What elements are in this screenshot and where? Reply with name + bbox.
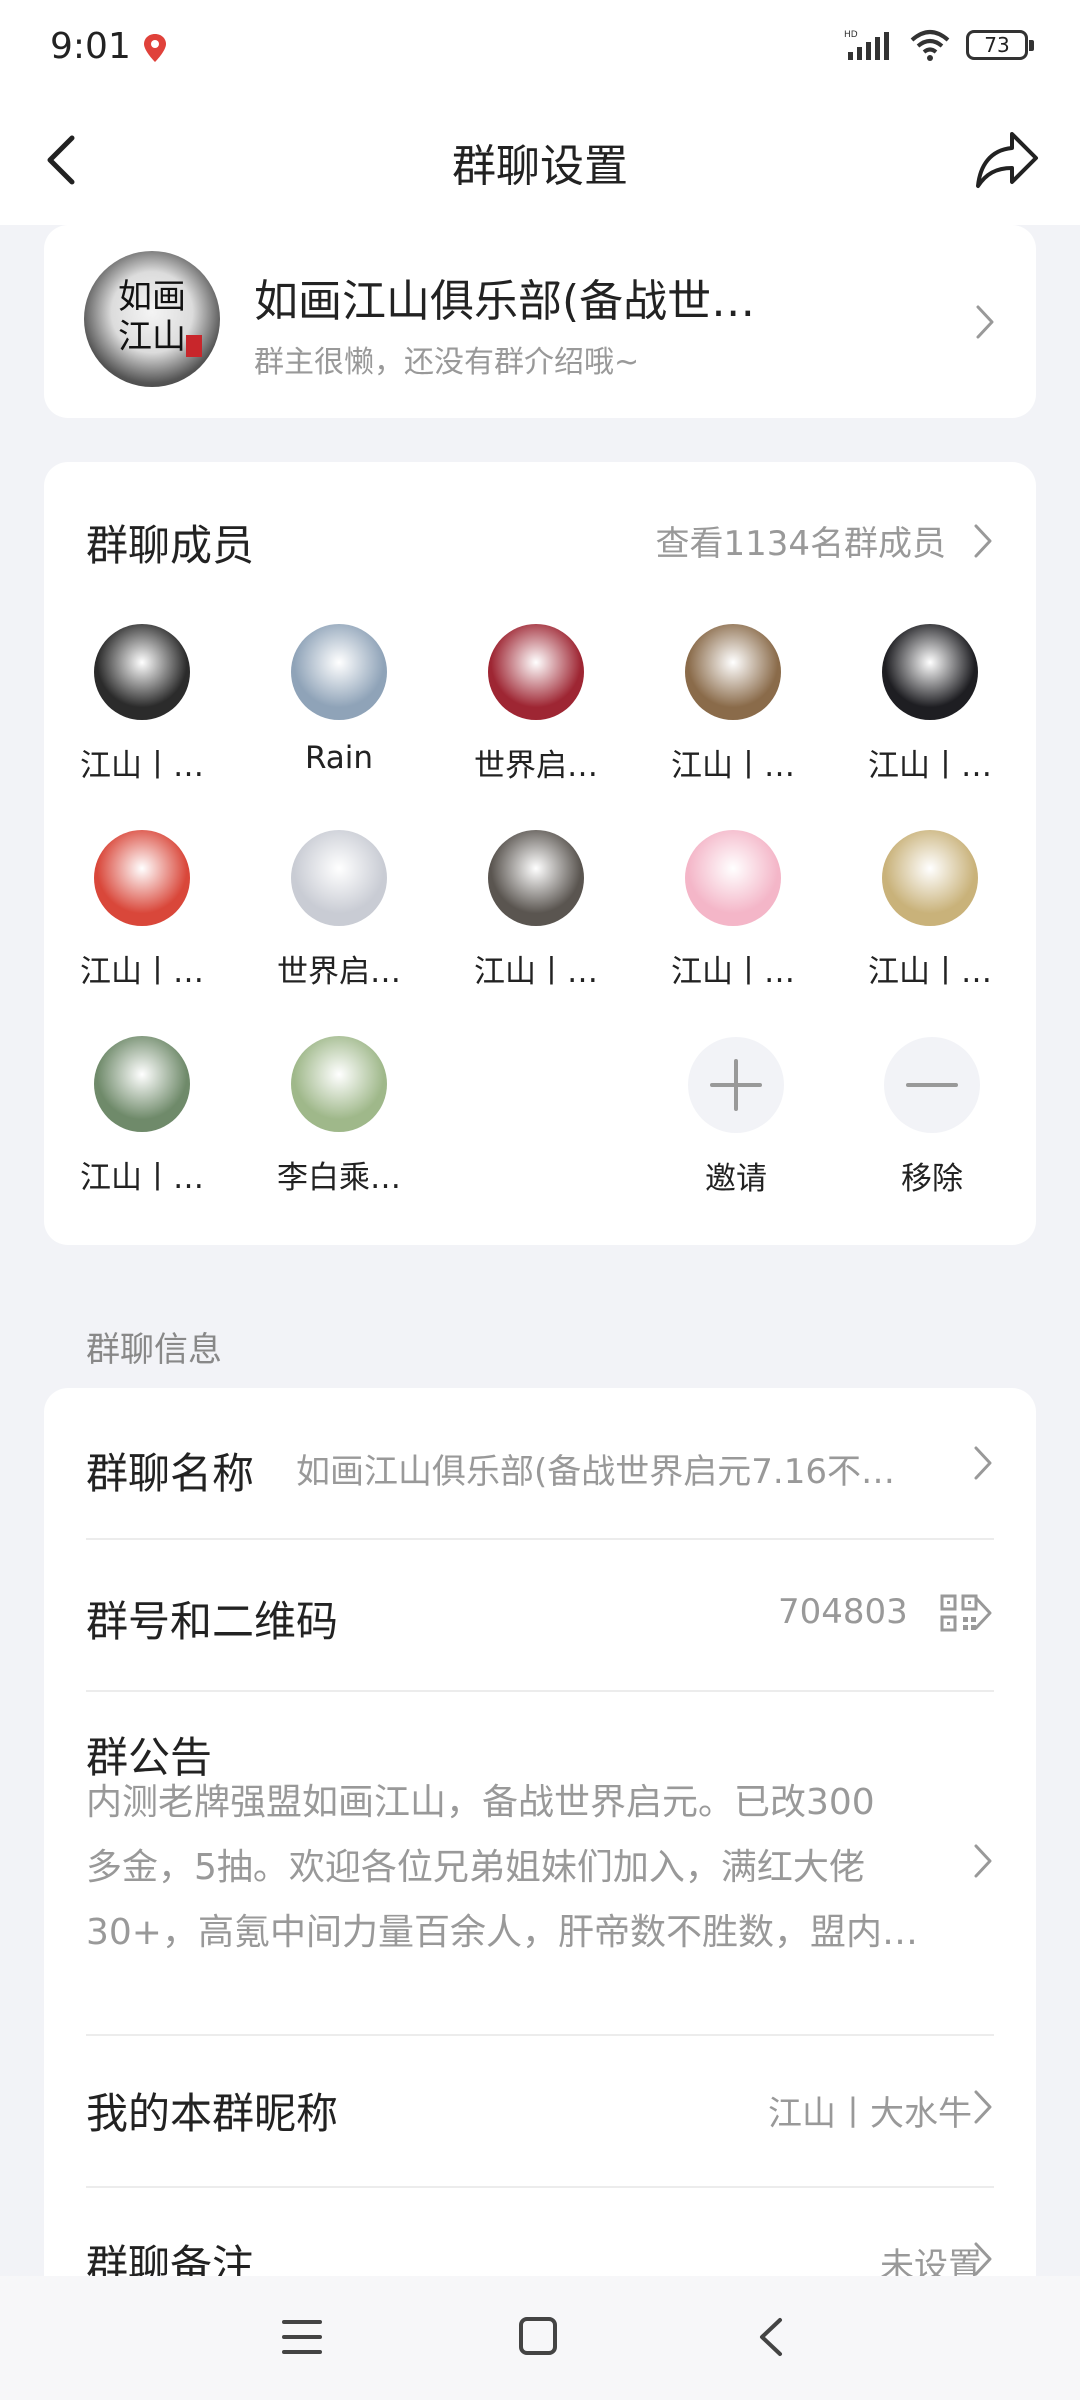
group-avatar-seal	[186, 335, 202, 357]
member-item[interactable]: Rain	[241, 624, 437, 776]
group-name-value: 如画江山俱乐部(备战世界启元7.16不…	[296, 1452, 895, 1492]
group-avatar-calligraphy: 如画江山	[118, 277, 186, 357]
group-notice-row[interactable]: 群公告 内测老牌强盟如画江山，备战世界启元。已改300 多金，5抽。欢迎各位兄弟…	[86, 1692, 994, 2032]
group-name-row[interactable]: 群聊名称 如画江山俱乐部(备战世界启元7.16不…	[86, 1388, 994, 1538]
page-title: 群聊设置	[452, 141, 628, 192]
member-avatar	[94, 1036, 190, 1132]
chevron-right-icon[interactable]	[972, 522, 994, 560]
member-avatar	[94, 624, 190, 720]
member-name: 江山丨…	[80, 1160, 204, 1196]
member-item[interactable]: 世界启…	[438, 624, 634, 785]
member-name: Rain	[304, 740, 374, 776]
member-name: 江山丨…	[671, 748, 795, 784]
minus-icon	[884, 1037, 980, 1133]
invite-label: 邀请	[705, 1161, 767, 1197]
group-id-value: 704803	[778, 1592, 908, 1632]
member-item[interactable]: 江山丨…	[832, 830, 1028, 991]
group-info-card: 群聊名称 如画江山俱乐部(备战世界启元7.16不… 群号和二维码 704803 …	[44, 1388, 1036, 2400]
group-notice-line: 多金，5抽。欢迎各位兄弟姐妹们加入，满红大佬	[86, 1847, 865, 1888]
svg-text:HD: HD	[844, 30, 858, 40]
group-notice-line: 30+，高氪中间力量百余人，肝帝数不胜数，盟内…	[86, 1912, 918, 1953]
my-nickname-row[interactable]: 我的本群昵称 江山丨大水牛	[86, 2036, 994, 2186]
members-title: 群聊成员	[86, 521, 255, 570]
member-avatar	[94, 830, 190, 926]
remove-label: 移除	[901, 1161, 963, 1197]
menu-icon[interactable]	[282, 2318, 322, 2356]
status-icons: HD 73	[844, 28, 1034, 62]
member-item[interactable]: 世界启…	[241, 830, 437, 991]
member-item[interactable]: 江山丨…	[635, 830, 831, 991]
member-item[interactable]: 江山丨…	[44, 624, 240, 785]
member-name: 世界启…	[474, 748, 598, 784]
member-item[interactable]: 李白乘…	[241, 1036, 437, 1197]
group-notice-line: 内测老牌强盟如画江山，备战世界启元。已改300	[86, 1782, 875, 1823]
member-name: 江山丨…	[671, 954, 795, 990]
member-item[interactable]: 江山丨…	[44, 830, 240, 991]
group-name-label: 群聊名称	[86, 1449, 255, 1498]
chevron-right-icon	[974, 1446, 992, 1480]
chevron-right-icon	[974, 1844, 992, 1878]
signal-icon: HD	[844, 30, 889, 60]
group-id-label: 群号和二维码	[86, 1597, 339, 1646]
group-id-row[interactable]: 群号和二维码 704803	[86, 1540, 994, 1690]
member-avatar	[488, 830, 584, 926]
group-description: 群主很懒，还没有群介绍哦~	[254, 345, 640, 380]
member-name: 江山丨…	[80, 748, 204, 784]
plus-icon	[688, 1037, 784, 1133]
section-title-group-info: 群聊信息	[86, 1330, 222, 1370]
group-remark-label: 群聊备注	[86, 2241, 255, 2278]
remove-member-button[interactable]: 移除	[834, 1037, 1030, 1198]
member-item[interactable]: 江山丨…	[635, 624, 831, 785]
group-name: 如画江山俱乐部(备战世…	[254, 276, 756, 327]
group-remark-value: 未设置	[880, 2246, 982, 2278]
member-avatar	[291, 830, 387, 926]
group-remark-row[interactable]: 群聊备注 未设置	[86, 2188, 994, 2278]
chevron-right-icon	[974, 2090, 992, 2124]
view-all-members-link[interactable]: 查看1134名群成员	[655, 516, 946, 565]
member-name: 江山丨…	[474, 954, 598, 990]
location-notification-icon	[144, 34, 166, 62]
header-bar: 群聊设置	[0, 100, 1080, 225]
chevron-right-icon	[976, 305, 994, 339]
member-avatar	[882, 830, 978, 926]
battery-icon: 73	[966, 30, 1034, 60]
member-avatar	[685, 624, 781, 720]
member-name: 江山丨…	[868, 954, 992, 990]
chevron-right-icon	[974, 2242, 992, 2276]
back-icon[interactable]	[756, 2316, 786, 2358]
member-item[interactable]: 江山丨…	[438, 830, 634, 991]
my-nickname-value: 江山丨大水牛	[768, 2094, 972, 2134]
member-avatar	[488, 624, 584, 720]
system-navigation-bar	[0, 2276, 1080, 2400]
member-item[interactable]: 江山丨…	[44, 1036, 240, 1197]
group-profile-card[interactable]: 如画江山 如画江山俱乐部(备战世… 群主很懒，还没有群介绍哦~	[44, 225, 1036, 418]
home-icon[interactable]	[518, 2316, 558, 2356]
members-card: 群聊成员 查看1134名群成员 江山丨… Rain 世界启… 江山丨… 江山丨… 江山丨……	[44, 462, 1036, 1245]
wifi-icon	[910, 30, 950, 61]
invite-member-button[interactable]: 邀请	[638, 1037, 834, 1198]
member-item[interactable]: 江山丨…	[832, 624, 1028, 785]
member-avatar	[882, 624, 978, 720]
chevron-right-icon	[974, 1596, 992, 1630]
my-nickname-label: 我的本群昵称	[86, 2089, 339, 2138]
status-bar: 9:01 HD 73	[0, 0, 1080, 100]
group-notice-text: 内测老牌强盟如画江山，备战世界启元。已改300 多金，5抽。欢迎各位兄弟姐妹们加…	[86, 1770, 946, 1965]
group-avatar: 如画江山	[84, 251, 220, 387]
share-icon[interactable]	[974, 128, 1040, 190]
member-name: 李白乘…	[277, 1160, 401, 1196]
member-name: 江山丨…	[868, 748, 992, 784]
status-time: 9:01	[50, 26, 131, 67]
member-avatar	[291, 624, 387, 720]
member-avatar	[291, 1036, 387, 1132]
member-name: 江山丨…	[80, 954, 204, 990]
member-avatar	[685, 830, 781, 926]
member-name: 世界启…	[277, 954, 401, 990]
